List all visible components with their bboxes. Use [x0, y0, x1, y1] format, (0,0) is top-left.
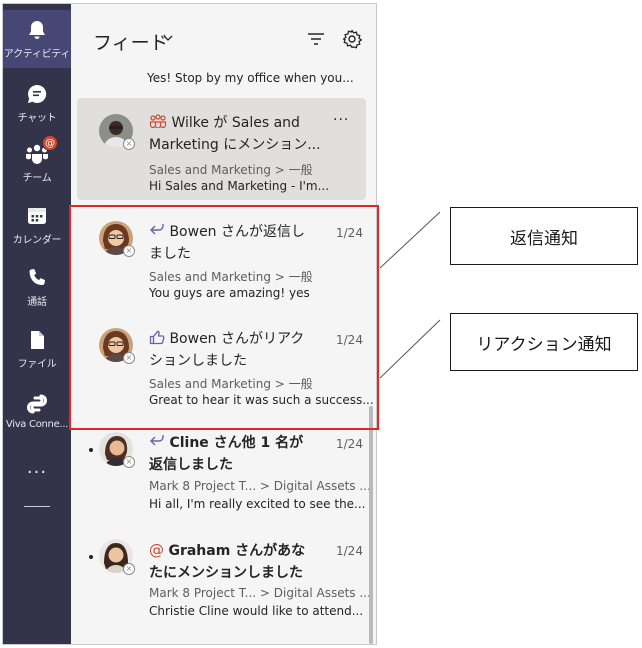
- reaction-callout: リアクション通知: [450, 313, 638, 371]
- page: アクティビティ チャット @ チーム カレンダー 通話 ファイル Viva Co…: [0, 0, 642, 648]
- reply-callout: 返信通知: [450, 207, 638, 265]
